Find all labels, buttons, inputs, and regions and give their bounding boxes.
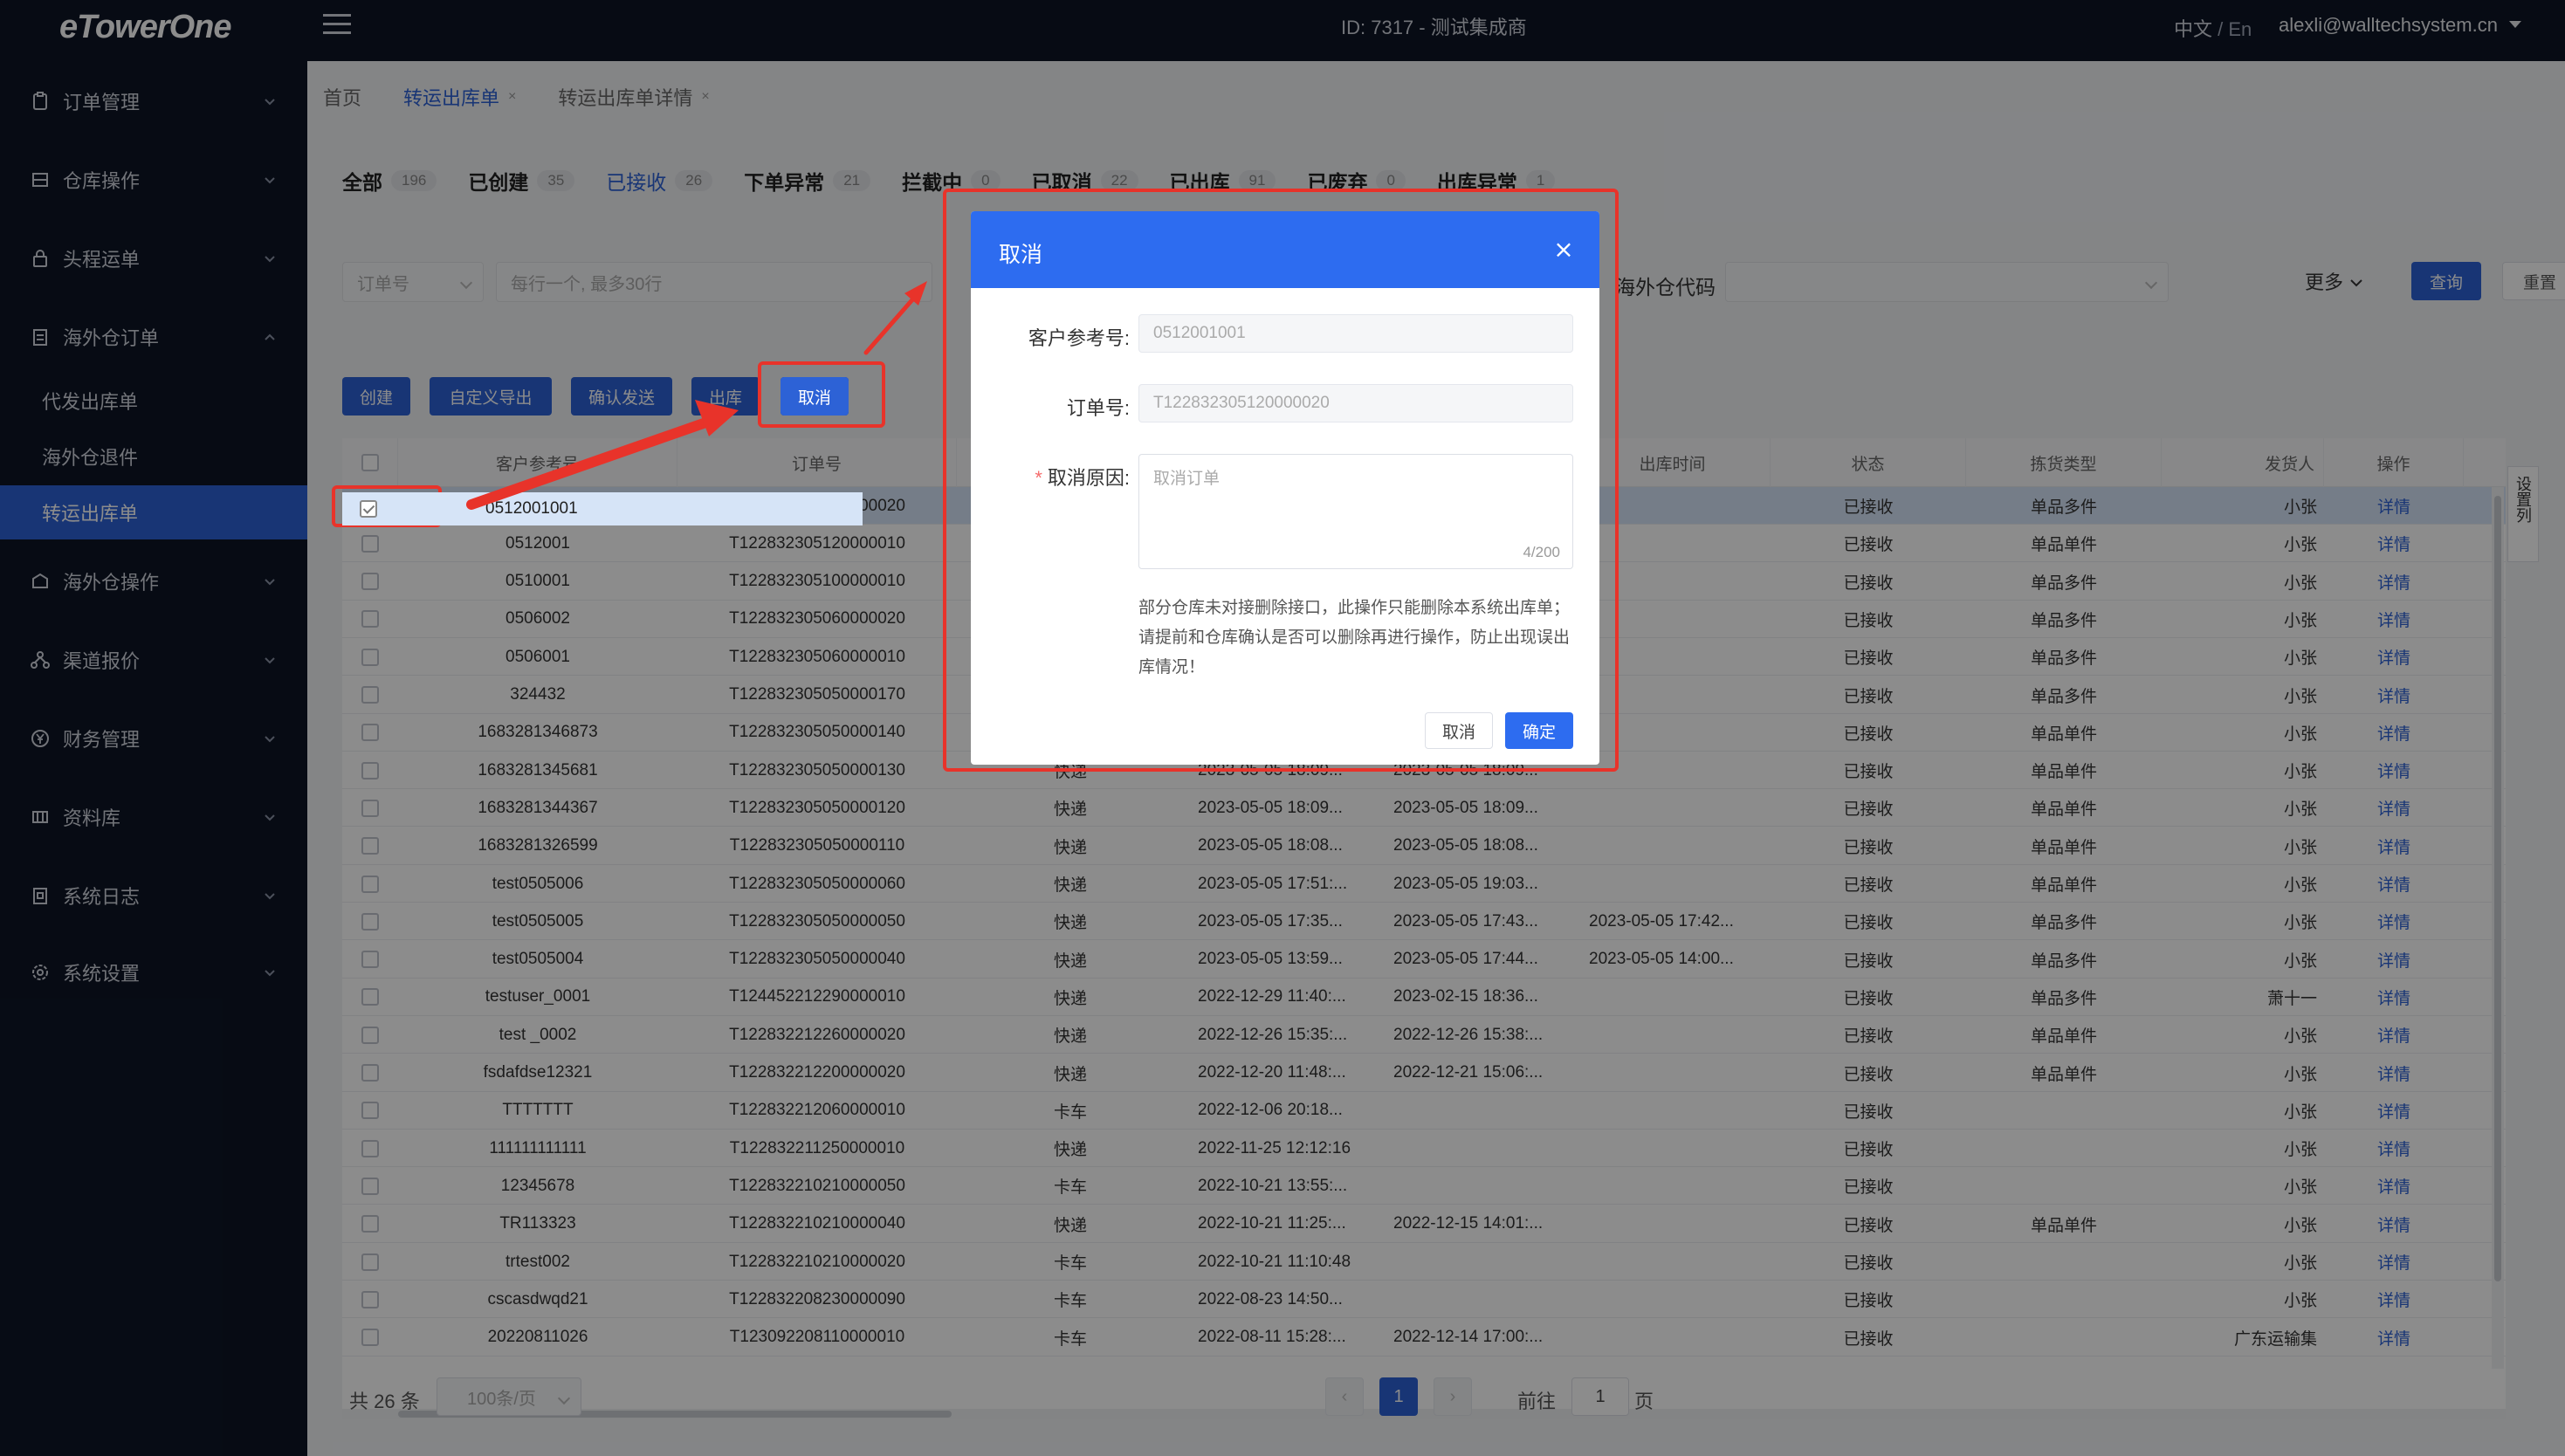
dialog-title: 取消: [999, 243, 1043, 267]
reason-value: 取消订单: [1153, 470, 1221, 488]
close-icon[interactable]: ×: [1551, 235, 1577, 264]
required-mark: *: [1035, 467, 1042, 489]
arrow-to-modal: [863, 294, 918, 355]
dialog-confirm-button[interactable]: 确定: [1505, 712, 1573, 749]
cancel-order-dialog: 取消 × 客户参考号: 0512001001 订单号: T12283230512…: [971, 211, 1599, 765]
char-count: 4/200: [1523, 544, 1560, 560]
reason-label-text: 取消原因:: [1047, 467, 1130, 489]
reason-label: * 取消原因:: [981, 463, 1130, 491]
dialog-header: 取消 ×: [971, 211, 1599, 288]
cancel-reason-textarea[interactable]: 取消订单 4/200: [1138, 454, 1573, 569]
arrow-to-cancel-button: [466, 414, 721, 510]
cancel-warning-note: 部分仓库未对接删除接口，此操作只能删除本系统出库单；请提前和仓库确认是否可以删除…: [1138, 599, 1571, 676]
arrowhead-icon: [695, 400, 739, 436]
ref-field: 0512001001: [1138, 314, 1573, 353]
order-no-field: T122832305120000020: [1138, 384, 1573, 422]
dialog-cancel-button[interactable]: 取消: [1425, 712, 1493, 749]
ref-label: 客户参考号:: [1028, 327, 1130, 349]
order-no-label: 订单号:: [1066, 397, 1130, 419]
